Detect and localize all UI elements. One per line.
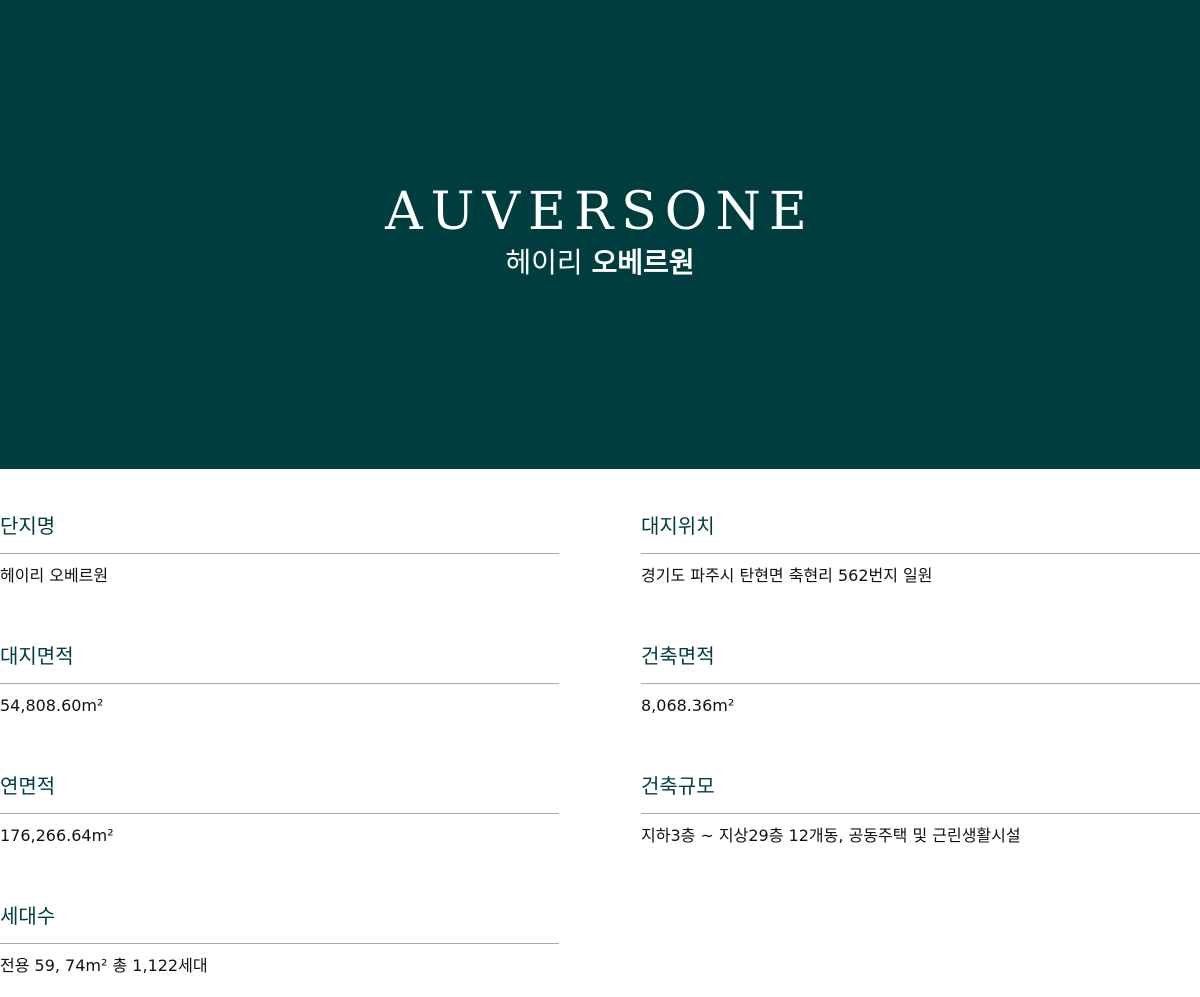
divider — [0, 683, 559, 684]
info-label: 연면적 — [0, 774, 56, 798]
info-label: 대지면적 — [0, 644, 74, 668]
info-label: 건축면적 — [641, 644, 715, 668]
brand-logo-english: AUVERSONE — [385, 182, 815, 242]
brand-logo-korean: 헤이리 오베르원 — [0, 243, 1200, 283]
info-value: 헤이리 오베르원 — [0, 566, 109, 585]
info-value: 176,266.64m² — [0, 826, 114, 845]
info-value: 8,068.36m² — [641, 696, 735, 715]
divider — [0, 553, 559, 554]
divider — [641, 553, 1200, 554]
info-label: 세대수 — [0, 904, 56, 928]
divider — [641, 813, 1200, 814]
info-value: 경기도 파주시 탄현면 축현리 562번지 일원 — [641, 566, 933, 585]
divider — [0, 943, 559, 944]
divider — [0, 813, 559, 814]
info-value: 전용 59, 74m² 총 1,122세대 — [0, 956, 208, 975]
info-label: 단지명 — [0, 514, 56, 538]
info-value: 54,808.60m² — [0, 696, 104, 715]
info-label: 건축규모 — [641, 774, 715, 798]
info-label: 대지위치 — [641, 514, 715, 538]
brand-name-light: 헤이리 — [505, 246, 583, 279]
divider — [641, 683, 1200, 684]
hero-banner: AUVERSONE 헤이리 오베르원 — [0, 0, 1200, 469]
brand-name-bold: 오베르원 — [591, 246, 695, 279]
info-value: 지하3층 ~ 지상29층 12개동, 공동주택 및 근린생활시설 — [641, 826, 1021, 845]
